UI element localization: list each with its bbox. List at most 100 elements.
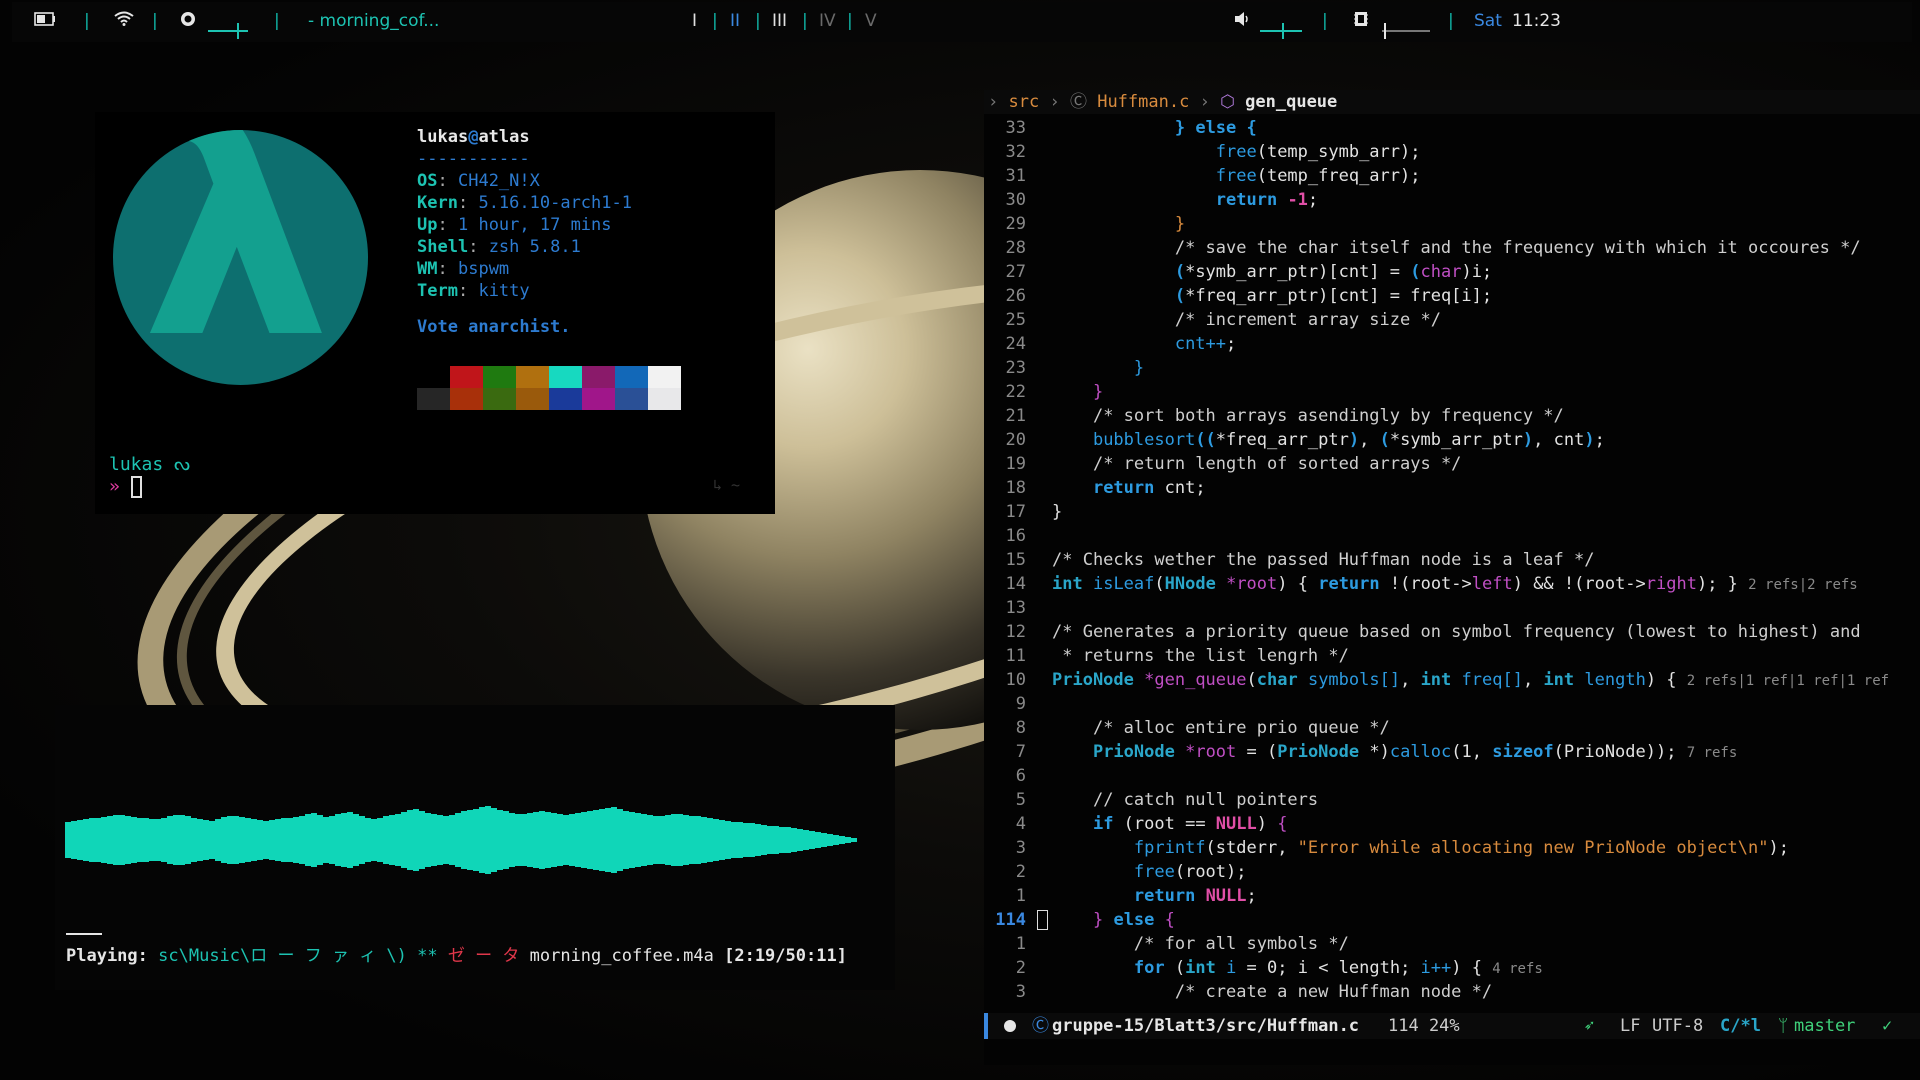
code-line[interactable]: 27 (*symb_arr_ptr)[cnt] = (char)i; [984,260,1920,284]
line-code: /* increment array size */ [1174,310,1441,330]
line-code: * returns the list lengrh */ [1052,646,1349,666]
code-lines[interactable]: 33 } else {32 free(temp_symb_arr); 31 fre… [984,116,1920,1004]
code-line[interactable]: 33 } else { [984,116,1920,140]
code-line[interactable]: 10 PrioNode *gen_queue(char symbols[], in… [984,668,1920,692]
code-line[interactable]: 4 if (root == NULL) { [984,812,1920,836]
code-line[interactable]: 5 // catch null pointers [984,788,1920,812]
code-line[interactable]: 11 * returns the list lengrh */ [984,644,1920,668]
code-line[interactable]: 25 /* increment array size */ [984,308,1920,332]
wifi-icon[interactable] [114,11,134,31]
code-line[interactable]: 29 } [984,212,1920,236]
breadcrumb-file[interactable]: Huffman.c [1097,92,1189,112]
playback-progress[interactable] [66,933,102,935]
workspace-3[interactable]: III [772,11,787,31]
workspace-1[interactable]: I [692,11,697,31]
visualizer-bar [749,823,755,857]
visualizer-bar [797,829,803,851]
line-number: 10 [1005,670,1026,690]
line-number: 27 [1005,262,1026,282]
palette-swatch [549,388,582,410]
gutter [1032,884,1052,908]
code-line[interactable]: 13 [984,596,1920,620]
code-line[interactable]: 7 PrioNode *root = (PrioNode *)calloc(1,… [984,740,1920,764]
visualizer-bar [527,813,533,867]
code-line[interactable]: 24 cnt++; [984,332,1920,356]
code-line[interactable]: 16 [984,524,1920,548]
visualizer-bar [143,818,149,862]
gutter [1032,452,1052,476]
palette-swatch [417,366,450,388]
visualizer-bar [491,808,497,872]
gutter [1032,524,1052,548]
line-number: 16 [1005,526,1026,546]
visualizer-bar [785,827,791,853]
memory-icon[interactable] [1354,11,1368,32]
gutter [1032,620,1052,644]
code-line[interactable]: 3 fprintf(stderr, "Error while allocatin… [984,836,1920,860]
volume-icon[interactable] [1234,11,1250,31]
breadcrumb-src[interactable]: src [1009,92,1040,112]
breadcrumb-symbol[interactable]: gen_queue [1245,92,1337,112]
line-number: 24 [1005,334,1026,354]
line-number: 15 [1005,550,1026,570]
visualizer-bar [167,816,173,864]
status-eol: LF [1620,1016,1641,1036]
line-number: 114 [995,910,1026,930]
code-line[interactable]: 31 free(temp_freq_arr); [984,164,1920,188]
code-line[interactable]: 2 free(root); [984,860,1920,884]
code-line[interactable]: 14 int isLeaf(HNode *root) { return !(roo… [984,572,1920,596]
code-line[interactable]: 15 /* Checks wether the passed Huffman no… [984,548,1920,572]
workspace-2[interactable]: II [730,11,740,31]
c-file-icon: Ⓒ [1069,92,1087,112]
code-line[interactable]: 9 [984,692,1920,716]
battery-icon[interactable] [34,11,56,31]
code-line[interactable]: 22 } [984,380,1920,404]
code-line[interactable]: 3 /* create a new Huffman node */ [984,980,1920,1004]
visualizer-bar [641,814,647,866]
code-line[interactable]: 2 for (int i = 0; i < length; i++) { 4 r… [984,956,1920,980]
gutter [1032,476,1052,500]
volume-slider[interactable] [1260,21,1302,41]
neofetch-terminal[interactable]: λ lukas@atlas ----------- OS: CH42_N!X K… [95,112,775,514]
workspace-5[interactable]: V [865,11,877,31]
line-number: 5 [1015,790,1026,810]
brightness-slider[interactable] [208,21,248,41]
now-playing: Playing: sc\Music\ロ ー フ ァ ィ \) ** ゼ ー タ … [66,941,847,966]
palette-swatch [648,388,681,410]
code-line[interactable]: 8 /* alloc entire prio queue */ [984,716,1920,740]
top-bar: | | | - morning_cof... I | II | III | IV… [12,2,1912,42]
workspace-4[interactable]: IV [819,11,836,31]
visualizer-bar [407,810,413,870]
visualizer-bar [725,821,731,859]
code-line[interactable]: 1 return NULL; [984,884,1920,908]
terminal-cursor[interactable] [130,476,142,498]
info-value: kitty [478,281,530,301]
visualizer-bar [233,816,239,864]
line-code: /* create a new Huffman node */ [1174,982,1493,1002]
code-line[interactable]: 32 free(temp_symb_arr); [984,140,1920,164]
code-line[interactable]: 30 return -1; [984,188,1920,212]
code-line[interactable]: 20 bubblesort((*freq_arr_ptr), (*symb_ar… [984,428,1920,452]
code-line[interactable]: 23 } [984,356,1920,380]
visualizer-bar [851,838,857,842]
code-line[interactable]: 21 /* sort both arrays asendingly by fre… [984,404,1920,428]
code-line-current[interactable]: 114 } else { [984,908,1920,932]
line-code: return -1; [1215,190,1319,210]
code-line[interactable]: 17} [984,500,1920,524]
music-player[interactable]: Playing: sc\Music\ロ ー フ ァ ィ \) ** ゼ ー タ … [55,705,895,990]
visualizer-bar [623,811,629,869]
line-code: (*symb_arr_ptr)[cnt] = (char)i; [1174,262,1493,282]
line-number: 2 [1015,862,1026,882]
code-editor[interactable]: › src › Ⓒ Huffman.c › ⬡ gen_queue 33 } e… [984,90,1920,1065]
visualizer-bar [629,812,635,868]
code-line[interactable]: 12 /* Generates a priority queue based on… [984,620,1920,644]
code-line[interactable]: 28 /* save the char itself and the frequ… [984,236,1920,260]
prompt-user: lukas [109,454,175,475]
code-line[interactable]: 26 (*freq_arr_ptr)[cnt] = freq[i]; [984,284,1920,308]
visualizer-bar [275,819,281,861]
code-line[interactable]: 18 return cnt; [984,476,1920,500]
brightness-icon[interactable] [180,11,196,32]
code-line[interactable]: 19 /* return length of sorted arrays */ [984,452,1920,476]
code-line[interactable]: 6 [984,764,1920,788]
code-line[interactable]: 1 /* for all symbols */ [984,932,1920,956]
